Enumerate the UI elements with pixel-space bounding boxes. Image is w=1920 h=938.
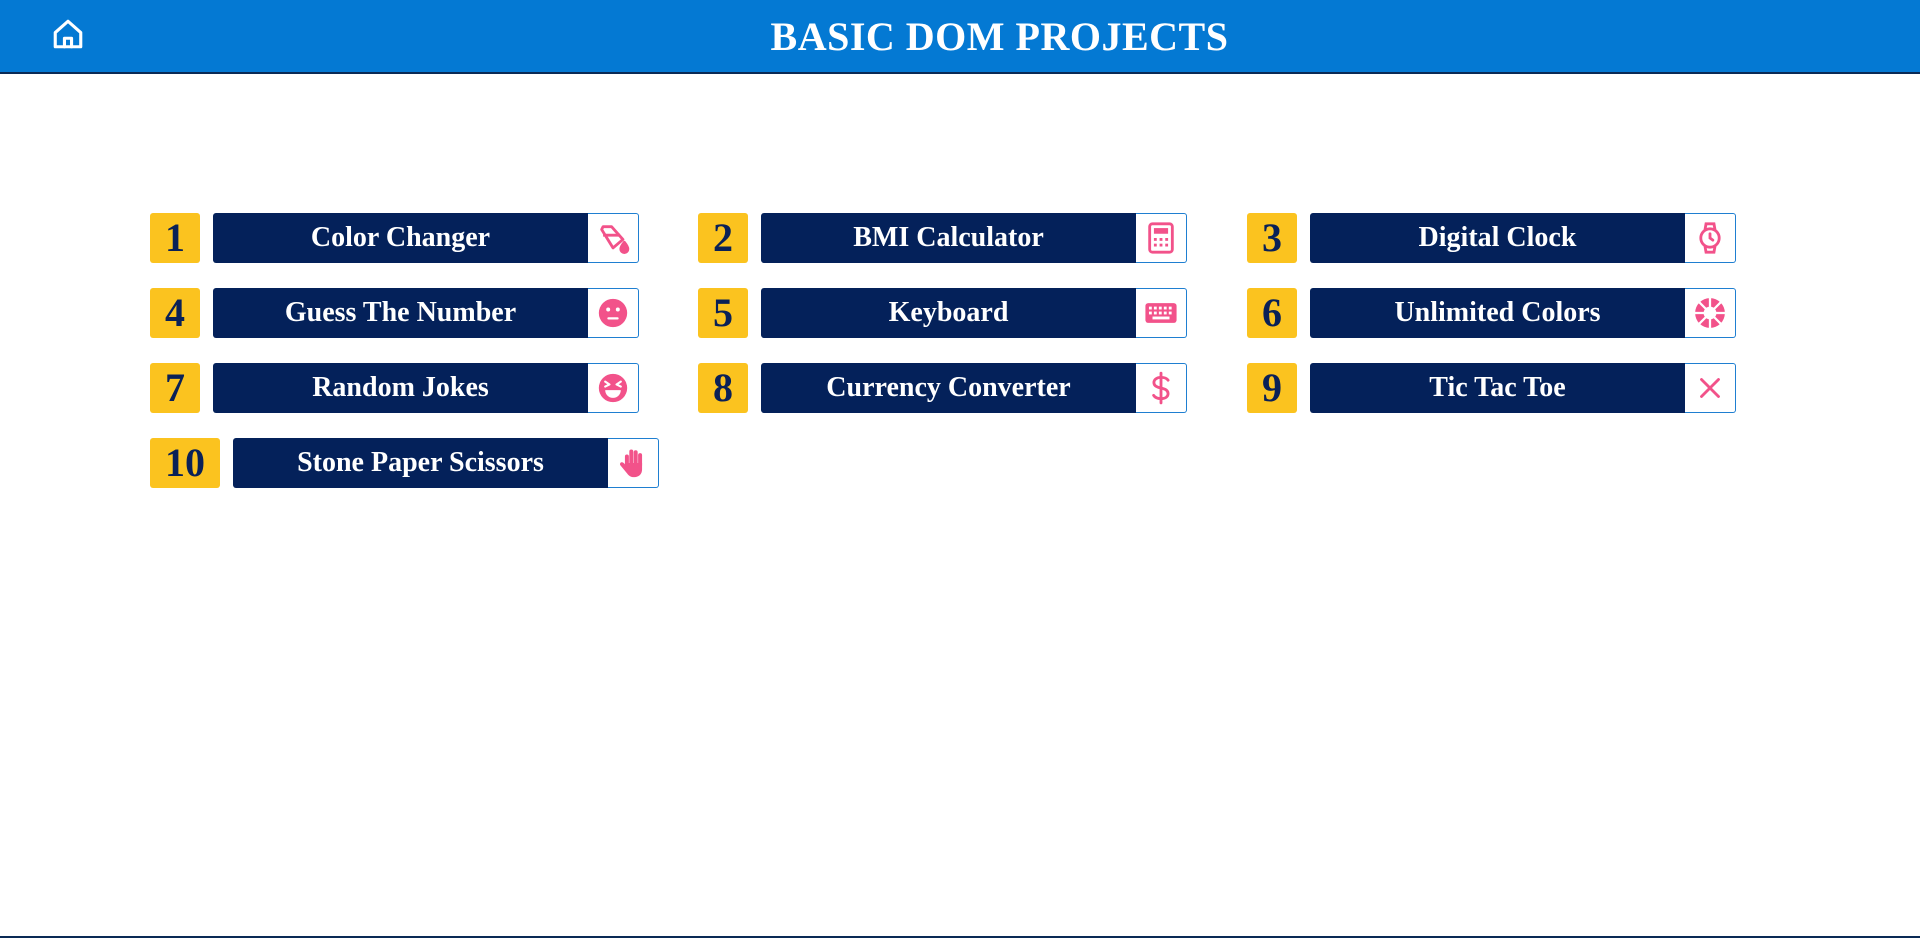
project-item-color-changer[interactable]: 1 Color Changer xyxy=(150,213,639,263)
project-name[interactable]: Keyboard xyxy=(761,288,1136,338)
project-icon-box xyxy=(588,288,639,338)
project-icon-box xyxy=(588,363,639,413)
project-icon-box xyxy=(1136,363,1187,413)
hand-icon xyxy=(619,449,643,478)
project-icon-box xyxy=(1136,213,1187,263)
project-item-stone-paper-scissors[interactable]: 10 Stone Paper Scissors xyxy=(150,438,659,488)
project-name[interactable]: Digital Clock xyxy=(1310,213,1685,263)
paint-bucket-icon xyxy=(600,225,630,254)
project-name[interactable]: Color Changer xyxy=(213,213,588,263)
project-name[interactable]: Unlimited Colors xyxy=(1310,288,1685,338)
project-name[interactable]: Random Jokes xyxy=(213,363,588,413)
color-wheel-icon xyxy=(1694,297,1726,329)
project-number: 3 xyxy=(1247,213,1297,263)
project-name[interactable]: Currency Converter xyxy=(761,363,1136,413)
project-number: 9 xyxy=(1247,363,1297,413)
keyboard-icon xyxy=(1145,303,1177,323)
project-icon-box xyxy=(1685,213,1736,263)
project-number: 4 xyxy=(150,288,200,338)
project-item-currency-converter[interactable]: 8 Currency Converter xyxy=(698,363,1187,413)
project-item-bmi-calculator[interactable]: 2 BMI Calculator xyxy=(698,213,1187,263)
project-name[interactable]: BMI Calculator xyxy=(761,213,1136,263)
header-bar: BASIC DOM PROJECTS xyxy=(0,0,1920,74)
project-number: 8 xyxy=(698,363,748,413)
calculator-icon xyxy=(1148,222,1174,254)
page-title: BASIC DOM PROJECTS xyxy=(770,14,1229,59)
project-number: 10 xyxy=(150,438,220,488)
project-name[interactable]: Guess The Number xyxy=(213,288,588,338)
project-item-tic-tac-toe[interactable]: 9 Tic Tac Toe xyxy=(1247,363,1736,413)
project-icon-box xyxy=(1685,363,1736,413)
project-name[interactable]: Stone Paper Scissors xyxy=(233,438,608,488)
x-mark-icon xyxy=(1700,378,1720,398)
project-number: 5 xyxy=(698,288,748,338)
project-icon-box xyxy=(588,213,639,263)
project-icon-box xyxy=(1136,288,1187,338)
project-number: 1 xyxy=(150,213,200,263)
dollar-icon xyxy=(1152,371,1170,405)
neutral-face-icon xyxy=(598,298,628,328)
project-icon-box xyxy=(1685,288,1736,338)
project-name[interactable]: Tic Tac Toe xyxy=(1310,363,1685,413)
project-number: 2 xyxy=(698,213,748,263)
laughing-face-icon xyxy=(598,373,628,403)
watch-icon xyxy=(1699,222,1721,254)
project-number: 7 xyxy=(150,363,200,413)
project-number: 6 xyxy=(1247,288,1297,338)
project-item-random-jokes[interactable]: 7 Random Jokes xyxy=(150,363,639,413)
project-item-digital-clock[interactable]: 3 Digital Clock xyxy=(1247,213,1736,263)
project-icon-box xyxy=(608,438,659,488)
project-item-guess-the-number[interactable]: 4 Guess The Number xyxy=(150,288,639,338)
project-item-unlimited-colors[interactable]: 6 Unlimited Colors xyxy=(1247,288,1736,338)
project-item-keyboard[interactable]: 5 Keyboard xyxy=(698,288,1187,338)
